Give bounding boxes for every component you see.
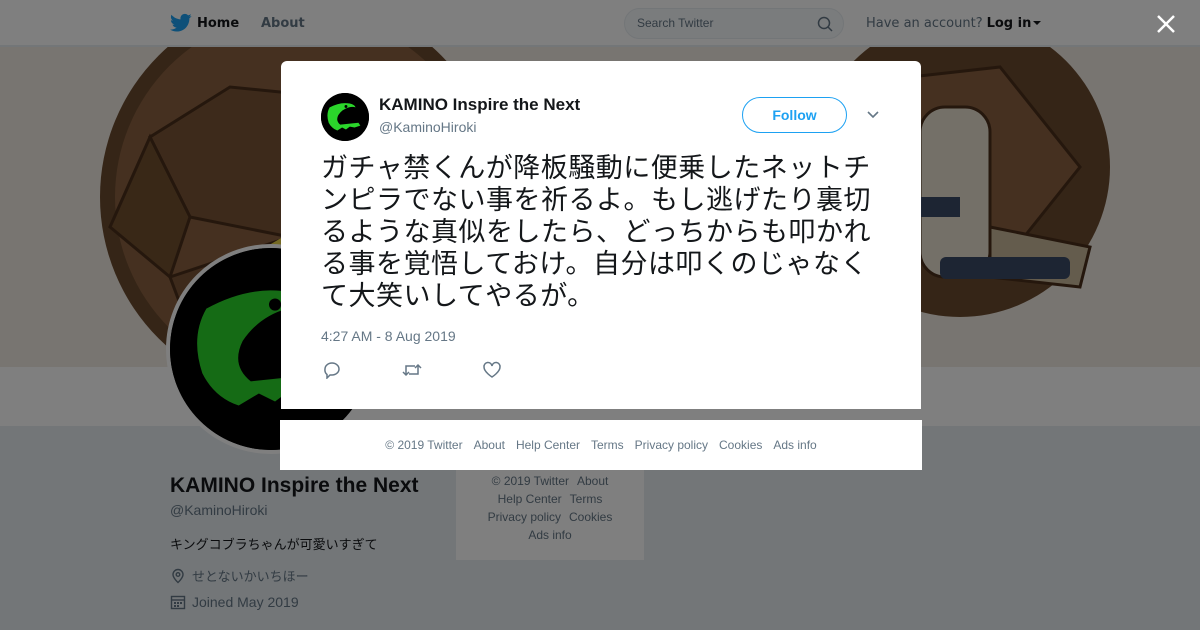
follow-button[interactable]: Follow <box>742 97 847 133</box>
tweet-text: ガチャ禁くんが降板騒動に便乗したネットチンピラでない事を祈るよ。もし逃げたり裏切… <box>321 153 871 312</box>
tweet-modal: KAMINO Inspire the Next @KaminoHiroki Fo… <box>281 61 921 409</box>
heart-icon[interactable] <box>482 361 502 379</box>
tweet-author-name[interactable]: KAMINO Inspire the Next <box>379 95 580 115</box>
tweet-timestamp[interactable]: 4:27 AM - 8 Aug 2019 <box>321 328 456 344</box>
close-icon[interactable] <box>1154 12 1178 36</box>
footer-terms[interactable]: Terms <box>591 438 624 452</box>
footer-help-center[interactable]: Help Center <box>516 438 580 452</box>
modal-footer: © 2019 Twitter About Help Center Terms P… <box>280 420 922 470</box>
chevron-down-icon[interactable] <box>865 107 881 123</box>
footer-privacy-policy[interactable]: Privacy policy <box>635 438 708 452</box>
reply-icon[interactable] <box>322 361 342 379</box>
tweet-author-handle[interactable]: @KaminoHiroki <box>379 119 476 135</box>
footer-ads-info[interactable]: Ads info <box>773 438 816 452</box>
croc-logo-icon <box>321 93 369 141</box>
tweet-author-avatar[interactable] <box>321 93 369 141</box>
footer-about[interactable]: About <box>474 438 505 452</box>
retweet-icon[interactable] <box>402 361 422 379</box>
footer-cookies[interactable]: Cookies <box>719 438 762 452</box>
footer-copyright: © 2019 Twitter <box>385 438 463 452</box>
